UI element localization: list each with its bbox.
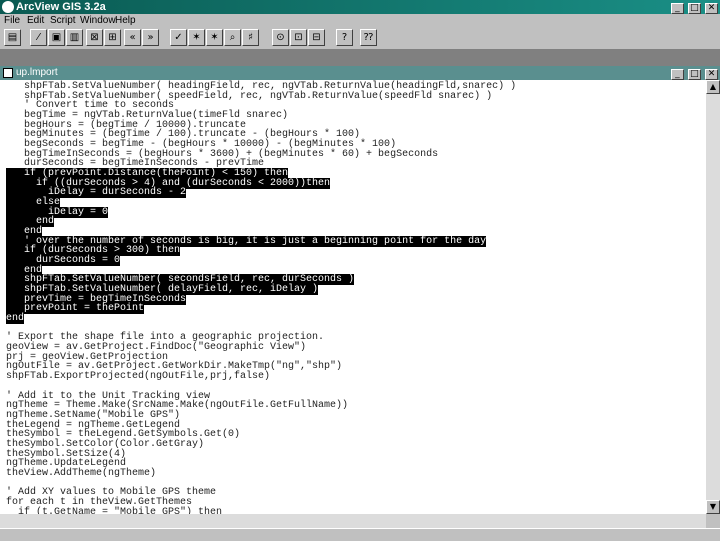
menu-script[interactable]: Script: [50, 14, 76, 27]
code-line: theView.AddTheme(ngTheme): [6, 467, 516, 479]
script-icon: [3, 68, 13, 78]
code-line: end: [6, 216, 516, 228]
menu-bar: File Edit Script Window Help: [0, 14, 720, 27]
toolbar: ▤ ⁄ ▣ ▥ ⊠ ⊞ « » ✓ ✶ ✶ ⌕ ♯ ⊙ ⊡ ⊟ ? ⁇: [0, 27, 720, 50]
script-minimize-button[interactable]: _: [670, 69, 684, 80]
close-button[interactable]: ✕: [705, 3, 718, 14]
watch-icon[interactable]: ♯: [242, 29, 259, 46]
menu-help[interactable]: Help: [115, 14, 136, 27]
copy-icon[interactable]: ▣: [48, 29, 65, 46]
code-line-text: end: [6, 313, 25, 325]
embed-icon[interactable]: ⊟: [308, 29, 325, 46]
code-line: shpFTab.ExportProjected(ngOutFile,prj,fa…: [6, 372, 516, 382]
app-window-controls: _ □ ✕: [670, 1, 718, 14]
write-text-icon[interactable]: ⊡: [290, 29, 307, 46]
code-line-text: if (t.GetName = "Mobile GPS") then: [6, 506, 223, 514]
debug-icon[interactable]: ✓: [170, 29, 187, 46]
help-cursor-icon[interactable]: ⁇: [360, 29, 377, 46]
examine-icon[interactable]: ⌕: [224, 29, 241, 46]
script-close-button[interactable]: ✕: [705, 69, 718, 80]
script-window-controls: _ □ ✕: [670, 67, 718, 80]
cut-icon[interactable]: ⁄: [30, 29, 47, 46]
code-line: end: [6, 313, 516, 325]
status-bar: [0, 528, 720, 541]
code-line-text: shpFTab.ExportProjected(ngOutFile,prj,fa…: [6, 371, 271, 383]
script-window: up.lmport _ □ ✕ shpFTab.SetValueNumber( …: [0, 66, 720, 528]
break-icon[interactable]: ✶: [188, 29, 205, 46]
help-icon[interactable]: ?: [336, 29, 353, 46]
app-title: ArcView GIS 3.2a: [16, 1, 106, 13]
horizontal-scrollbar[interactable]: [0, 514, 706, 528]
menu-file[interactable]: File: [4, 14, 20, 27]
script-title: up.lmport: [16, 67, 58, 78]
code-line: prevPoint = thePoint: [6, 303, 516, 315]
code-text: shpFTab.SetValueNumber( headingField, re…: [6, 82, 516, 514]
code-line: iDelay = 0: [6, 206, 516, 218]
code-line: iDelay = durSeconds - 2: [6, 187, 516, 199]
menu-window[interactable]: Window: [80, 14, 116, 27]
script-editor[interactable]: shpFTab.SetValueNumber( headingField, re…: [0, 80, 706, 514]
minimize-button[interactable]: _: [670, 3, 684, 14]
run-icon[interactable]: ✶: [206, 29, 223, 46]
script-maximize-button[interactable]: □: [687, 69, 701, 80]
menu-edit[interactable]: Edit: [27, 14, 44, 27]
app-title-bar: ArcView GIS 3.2a _ □ ✕: [0, 0, 720, 14]
next-icon[interactable]: »: [142, 29, 159, 46]
script-title-bar: up.lmport _ □ ✕: [0, 66, 720, 80]
arcview-logo-icon: [2, 1, 14, 13]
code-line: durSeconds = 0: [6, 255, 516, 267]
previous-icon[interactable]: «: [124, 29, 141, 46]
save-icon[interactable]: ▤: [4, 29, 21, 46]
load-text-icon[interactable]: ⊙: [272, 29, 289, 46]
vertical-scrollbar[interactable]: ▲ ▼: [706, 80, 720, 514]
code-line-text: prevPoint = thePoint: [6, 303, 145, 315]
scroll-up-arrow-icon[interactable]: ▲: [706, 80, 720, 94]
scroll-down-arrow-icon[interactable]: ▼: [706, 500, 720, 514]
maximize-button[interactable]: □: [687, 3, 701, 14]
compile-icon[interactable]: ⊠: [86, 29, 103, 46]
code-line-text: theView.AddTheme(ngTheme): [6, 467, 157, 479]
paste-icon[interactable]: ▥: [66, 29, 83, 46]
step-icon[interactable]: ⊞: [104, 29, 121, 46]
